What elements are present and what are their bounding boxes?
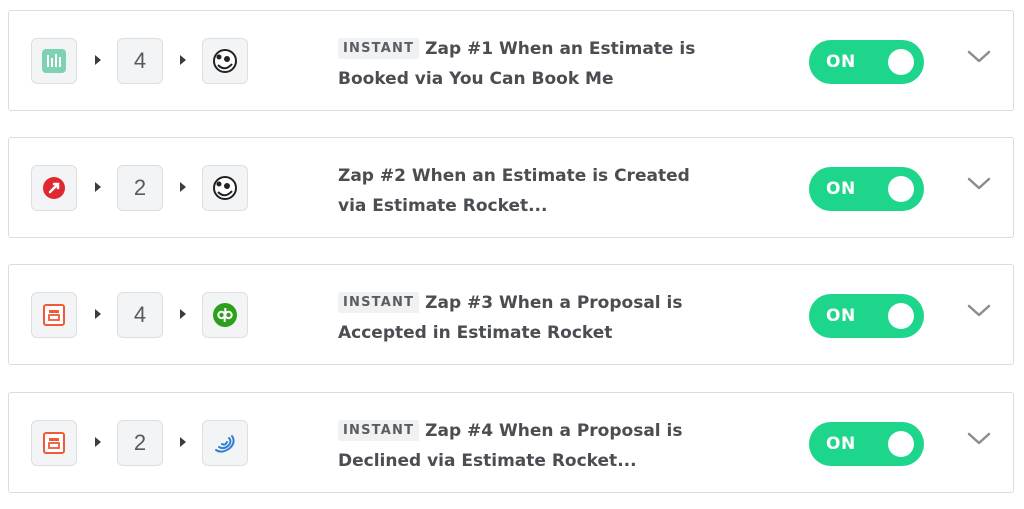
zap-row-4[interactable]: 2 INSTANT Zap #4 When a Proposal is Decli… <box>8 392 1014 493</box>
swirl-app-icon <box>215 435 235 453</box>
step-arrow-icon <box>180 437 186 447</box>
zap-title[interactable]: INSTANT Zap #3 When a Proposal is Accepte… <box>338 288 718 348</box>
toggle-label: ON <box>826 306 856 326</box>
zap-title-line1: Zap #1 When an Estimate is <box>425 39 696 59</box>
step-arrow-icon <box>95 55 101 65</box>
zap-title-line1: Zap #3 When a Proposal is <box>425 293 683 313</box>
action-app-tile <box>202 38 248 84</box>
zap-title-line2: Booked via You Can Book Me <box>338 69 614 89</box>
step-count-tile: 4 <box>117 38 163 84</box>
zap-row-2[interactable]: 2 Zap #2 When an Estimate is Created via… <box>8 137 1014 238</box>
chevron-down-icon[interactable] <box>967 49 991 65</box>
step-arrow-icon <box>95 182 101 192</box>
step-count: 4 <box>133 48 147 73</box>
instant-badge: INSTANT <box>338 292 420 313</box>
step-count-tile: 4 <box>117 292 163 338</box>
zap-row-3[interactable]: 4 INSTANT Zap #3 When a Proposal is Accep… <box>8 264 1014 365</box>
toggle-knob <box>888 431 914 457</box>
quickbooks-icon <box>213 303 237 327</box>
zap-row-1[interactable]: 4 INSTANT Zap #1 When an Estimate is Book… <box>8 10 1014 111</box>
zap-title-line2: via Estimate Rocket... <box>338 196 548 216</box>
toggle-label: ON <box>826 52 856 72</box>
zap-on-toggle[interactable]: ON <box>809 422 924 466</box>
zap-on-toggle[interactable]: ON <box>809 40 924 84</box>
trigger-app-tile <box>31 420 77 466</box>
step-count: 2 <box>133 175 147 200</box>
mailchimp-icon <box>213 176 237 200</box>
estimate-rocket-webhook-icon <box>43 432 65 454</box>
step-arrow-icon <box>180 309 186 319</box>
step-arrow-icon <box>180 55 186 65</box>
toggle-label: ON <box>826 179 856 199</box>
zap-on-toggle[interactable]: ON <box>809 167 924 211</box>
zap-on-toggle[interactable]: ON <box>809 294 924 338</box>
zap-title-line1: Zap #4 When a Proposal is <box>425 421 683 441</box>
step-count-tile: 2 <box>117 420 163 466</box>
step-count: 4 <box>133 302 147 327</box>
chevron-down-icon[interactable] <box>967 303 991 319</box>
zap-list: 4 INSTANT Zap #1 When an Estimate is Book… <box>0 0 1024 509</box>
action-app-tile <box>202 165 248 211</box>
estimate-rocket-webhook-icon <box>43 304 65 326</box>
zap-title[interactable]: INSTANT Zap #4 When a Proposal is Decline… <box>338 416 718 476</box>
toggle-knob <box>888 49 914 75</box>
toggle-knob <box>888 303 914 329</box>
zap-title-line1: Zap #2 When an Estimate is Created <box>338 166 690 186</box>
zap-title[interactable]: Zap #2 When an Estimate is Created via E… <box>338 161 718 221</box>
step-arrow-icon <box>95 437 101 447</box>
trigger-app-tile <box>31 38 77 84</box>
chevron-down-icon[interactable] <box>967 431 991 447</box>
instant-badge: INSTANT <box>338 420 420 441</box>
mailchimp-icon <box>213 49 237 73</box>
step-arrow-icon <box>95 309 101 319</box>
chevron-down-icon[interactable] <box>967 176 991 192</box>
zap-title-line2: Declined via Estimate Rocket... <box>338 451 637 471</box>
youcanbookme-icon <box>42 49 66 73</box>
step-count: 2 <box>133 430 147 455</box>
zap-title[interactable]: INSTANT Zap #1 When an Estimate is Booked… <box>338 34 718 94</box>
action-app-tile <box>202 420 248 466</box>
step-count-tile: 2 <box>117 165 163 211</box>
toggle-label: ON <box>826 434 856 454</box>
estimate-rocket-icon <box>43 177 65 199</box>
toggle-knob <box>888 176 914 202</box>
zap-title-line2: Accepted in Estimate Rocket <box>338 323 613 343</box>
trigger-app-tile <box>31 292 77 338</box>
trigger-app-tile <box>31 165 77 211</box>
step-arrow-icon <box>180 182 186 192</box>
instant-badge: INSTANT <box>338 38 420 59</box>
action-app-tile <box>202 292 248 338</box>
